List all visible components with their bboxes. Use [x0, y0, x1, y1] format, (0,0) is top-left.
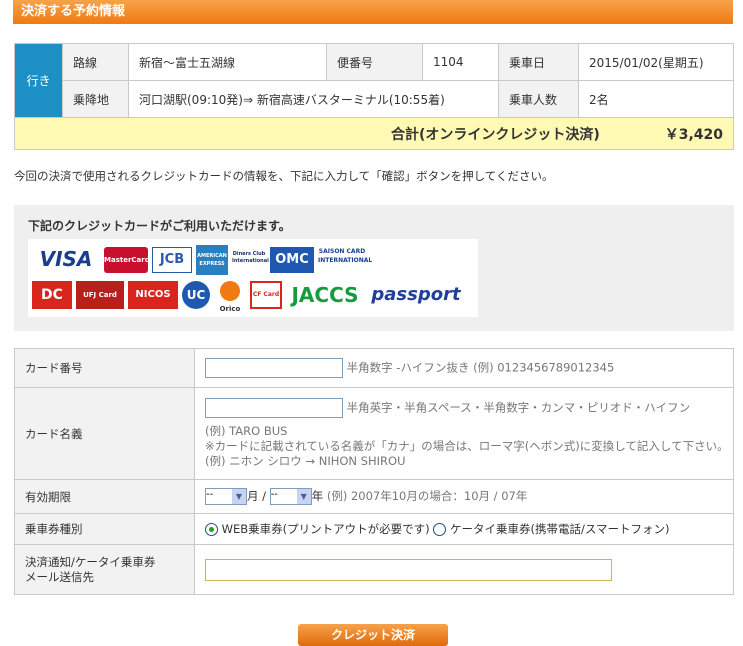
mastercard-logo-icon: MasterCard	[104, 247, 150, 273]
date-value: 2015/01/02(星期五)	[578, 43, 734, 81]
uc-logo-icon: UC	[182, 281, 210, 309]
chevron-down-icon: ▼	[232, 489, 246, 504]
ufj-logo-icon: UFJ Card	[76, 281, 124, 309]
expiry-year-select[interactable]: -- ▼	[269, 488, 312, 505]
orico-label: Orico	[219, 305, 241, 313]
card-name-input[interactable]	[205, 398, 343, 418]
ticket-web-radio[interactable]	[205, 523, 218, 536]
instructions-text: 今回の決済で使用されるクレジットカードの情報を、下記に入力して「確認」ボタンを押…	[14, 169, 554, 183]
direction-cell: 行き	[14, 43, 63, 118]
section-header: 決済する予約情報	[13, 0, 733, 24]
pax-label: 乗車人数	[498, 80, 579, 118]
card-number-input[interactable]	[205, 358, 343, 378]
stops-value: 河口湖駅(09:10発)⇒ 新宿高速バスターミナル(10:55着)	[128, 80, 499, 118]
mail-label-line1: 決済通知/ケータイ乗車券	[25, 554, 156, 569]
expiry-month-value: --	[206, 489, 214, 500]
ticket-mobile-label[interactable]: ケータイ乗車券(携帯電話/スマートフォン)	[450, 522, 670, 536]
total-row: 合計(オンラインクレジット決済) ￥3,420	[14, 117, 734, 150]
nicos-logo-icon: NICOS	[128, 281, 178, 309]
visa-logo-icon: VISA	[39, 247, 93, 271]
orico-logo-icon: Orico	[214, 279, 246, 313]
expiry-year-value: --	[270, 489, 278, 500]
card-name-hint-example: (例) TARO BUS	[205, 424, 288, 438]
card-number-label: カード番号	[14, 348, 195, 388]
flight-value: 1104	[422, 43, 499, 81]
date-label: 乗車日	[498, 43, 579, 81]
flight-label: 便番号	[326, 43, 423, 81]
ticket-type-label: 乗車券種別	[14, 513, 195, 545]
chevron-down-icon: ▼	[296, 489, 311, 504]
card-name-hint-kana: ※カードに記載されている名義が「カナ」の場合は、ローマ字(ヘボン式)に変換して記…	[205, 439, 729, 453]
ticket-web-label[interactable]: WEB乗車券(プリントアウトが必要です)	[222, 522, 430, 536]
expiry-hint: (例) 2007年10月の場合：10月 / 07年	[326, 489, 528, 503]
expiry-month-select[interactable]: -- ▼	[205, 488, 247, 505]
card-number-hint: 半角数字 -ハイフン抜き (例) 0123456789012345	[346, 360, 615, 375]
payment-form: カード番号 半角数字 -ハイフン抜き (例) 0123456789012345 …	[14, 348, 734, 595]
credit-payment-button[interactable]: クレジット決済	[298, 624, 448, 646]
saison-logo-icon: SAISON CARD INTERNATIONAL	[318, 248, 373, 264]
route-label: 路線	[62, 43, 129, 81]
total-label: 合計(オンラインクレジット決済)	[391, 126, 600, 143]
expiry-label: 有効期限	[14, 479, 195, 514]
card-name-label: カード名義	[14, 387, 195, 480]
expiry-month-unit: 月 /	[247, 489, 267, 503]
pax-value: 2名	[578, 80, 734, 118]
ticket-mobile-radio[interactable]	[433, 523, 447, 536]
card-name-hint-kana-example: (例) ニホン シロウ → NIHON SHIROU	[205, 454, 406, 468]
mail-label-line2: メール送信先	[25, 569, 94, 584]
card-logos: VISA MasterCard JCB AMERICAN EXPRESS Din…	[28, 239, 478, 317]
total-amount: ￥3,420	[664, 126, 723, 143]
omc-logo-icon: OMC	[270, 247, 314, 273]
accepted-cards-title: 下記のクレジットカードがご利用いただけます。	[28, 219, 291, 233]
card-name-hint-format: 半角英字・半角スペース・半角数字・カンマ・ピリオド・ハイフン	[346, 400, 691, 415]
diners-logo-icon: Diners Club International	[232, 251, 269, 264]
dc-logo-icon: DC	[32, 281, 72, 309]
expiry-year-unit: 年	[311, 489, 324, 503]
amex-logo-icon: AMERICAN EXPRESS	[196, 245, 228, 275]
accepted-cards-panel: 下記のクレジットカードがご利用いただけます。 VISA MasterCard J…	[14, 205, 734, 331]
jcb-logo-icon: JCB	[152, 247, 192, 273]
reservation-table: 行き 路線 新宿〜富士五湖線 便番号 1104 乗車日 2015/01/02(星…	[14, 43, 734, 150]
passport-logo-icon: passport	[371, 284, 461, 305]
jaccs-logo-icon: JACCS	[291, 283, 359, 307]
route-value: 新宿〜富士五湖線	[128, 43, 327, 81]
notification-email-input[interactable]	[205, 558, 612, 581]
cf-logo-icon: CF Card	[250, 281, 282, 309]
stops-label: 乗降地	[62, 80, 129, 118]
